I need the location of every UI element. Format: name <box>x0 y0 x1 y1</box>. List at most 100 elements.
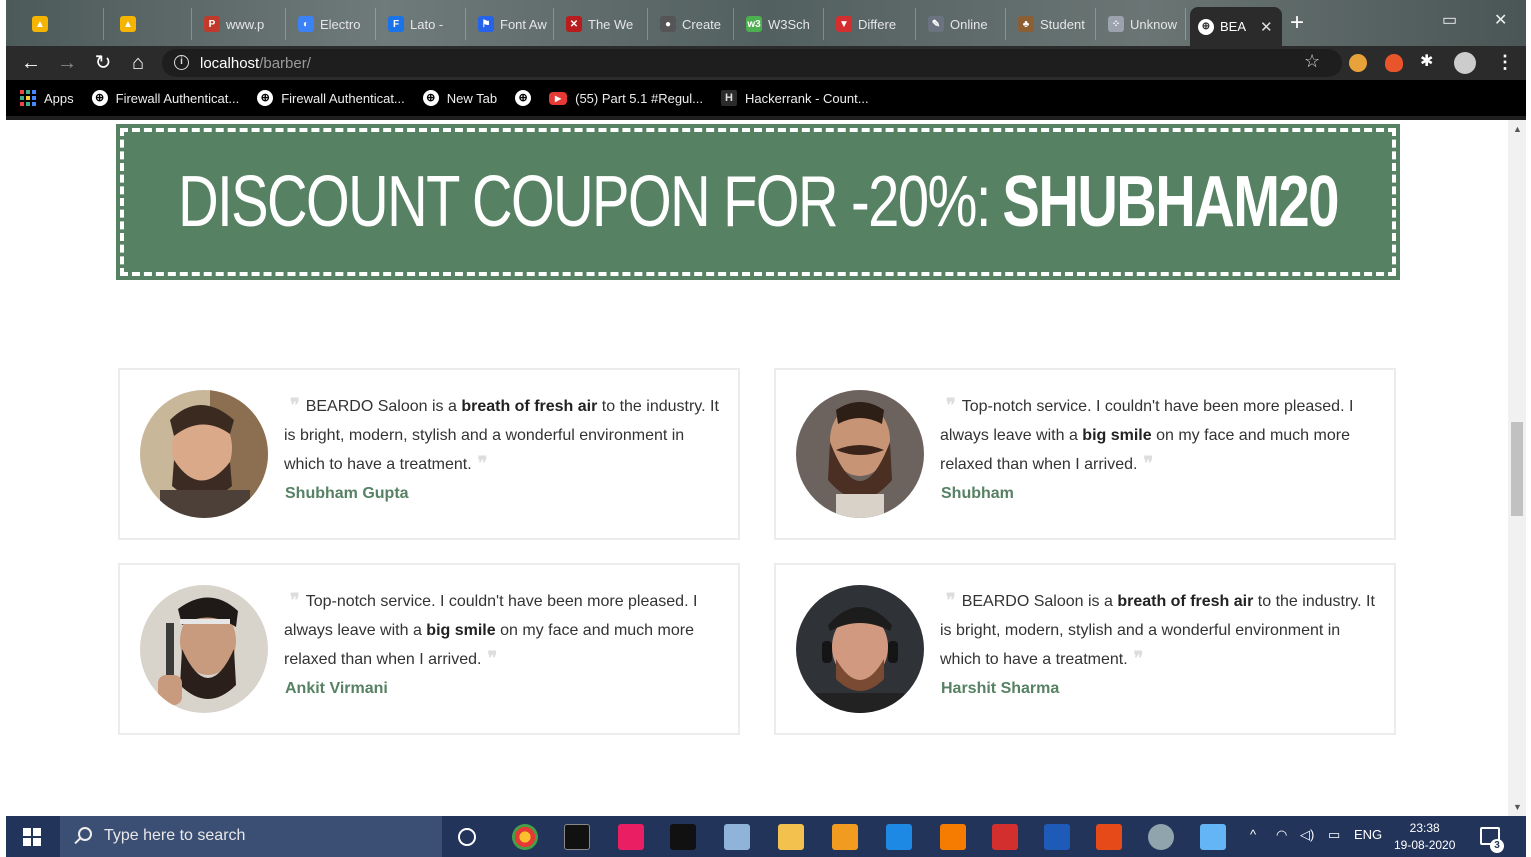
bookmark-globe[interactable]: ⊕ <box>515 90 532 106</box>
bookmark-apps[interactable]: Apps <box>20 90 74 106</box>
bookmark-firewall-1[interactable]: ⊕ Firewall Authenticat... <box>91 90 239 106</box>
browser-tab[interactable]: ▲ <box>112 8 192 40</box>
chrome-icon[interactable] <box>512 824 538 850</box>
testimonial-quote: ❞ BEARDO Saloon is a breath of fresh air … <box>284 392 724 480</box>
terminal-icon[interactable] <box>564 824 590 850</box>
browser-tab[interactable]: ✕ The We <box>558 8 648 40</box>
tab-label: Differe <box>858 16 897 32</box>
youtube-icon: ▶ <box>549 91 568 105</box>
reload-icon[interactable]: ↻ <box>90 50 116 76</box>
bookmark-firewall-2[interactable]: ⊕ Firewall Authenticat... <box>257 90 405 106</box>
quote-open-icon: ❞ <box>290 395 300 416</box>
browser-tab[interactable]: Pwww.p <box>196 8 286 40</box>
fire-extension-icon[interactable] <box>1385 54 1403 72</box>
forward-arrow-icon[interactable]: → <box>54 50 80 76</box>
bookmark-youtube[interactable]: ▶ (55) Part 5.1 #Regul... <box>549 91 703 106</box>
settings-gear-icon[interactable] <box>1148 824 1174 850</box>
tab-favicon-icon: ▲ <box>120 16 136 32</box>
browser-tab[interactable]: ✎ Online <box>920 8 1006 40</box>
tab-favicon-icon: ◐ <box>298 16 314 32</box>
word-icon[interactable] <box>1044 824 1070 850</box>
notification-count: 3 <box>1490 839 1504 853</box>
testimonial-card: ❞ Top-notch service. I couldn't have been… <box>774 368 1396 540</box>
discount-coupon-banner: DISCOUNT COUPON FOR -20%: SHUBHAM20 <box>116 124 1400 280</box>
quote-text: BEARDO Saloon is a <box>305 398 462 415</box>
tab-favicon-icon: ♣ <box>1018 16 1034 32</box>
info-icon[interactable]: i <box>174 55 189 70</box>
tab-label: Font Aw <box>500 16 547 32</box>
browser-tab[interactable]: ⚑ Font Aw <box>470 8 554 40</box>
language-indicator[interactable]: ENG <box>1354 827 1382 842</box>
customer-photo <box>140 390 268 518</box>
acrobat-icon[interactable] <box>992 824 1018 850</box>
browser-tab[interactable]: ♣ Student <box>1010 8 1096 40</box>
file-explorer-icon[interactable] <box>778 824 804 850</box>
vscode-icon[interactable] <box>886 824 912 850</box>
coupon-code: SHUBHAM20 <box>1002 162 1339 242</box>
hyper-terminal-icon[interactable] <box>670 824 696 850</box>
browser-tab[interactable]: ● Create <box>652 8 734 40</box>
url-host: localhost <box>200 55 260 72</box>
back-arrow-icon[interactable]: ← <box>18 50 44 76</box>
close-window-button[interactable]: ✕ <box>1494 10 1507 30</box>
cookie-extension-icon[interactable] <box>1349 54 1367 72</box>
browser-tab[interactable]: ▼ Differe <box>828 8 916 40</box>
tab-close-icon[interactable]: ✕ <box>1260 18 1273 36</box>
bookmarks-bar: Apps ⊕ Firewall Authenticat... ⊕ Firewal… <box>6 80 1526 116</box>
new-tab-button[interactable]: + <box>1290 10 1304 36</box>
taskbar-clock[interactable]: 23:38 19-08-2020 <box>1394 820 1455 854</box>
testimonial-card: ❞ BEARDO Saloon is a breath of fresh air … <box>774 563 1396 735</box>
sublime-text-icon[interactable] <box>832 824 858 850</box>
browser-tab[interactable]: ▲ <box>24 8 104 40</box>
intellij-icon[interactable] <box>618 824 644 850</box>
tab-favicon-icon: ● <box>660 16 676 32</box>
globe-icon: ⊕ <box>257 90 274 106</box>
quote-close-icon: ❞ <box>1143 453 1154 474</box>
testimonial-author: Harshit Sharma <box>941 680 1060 697</box>
photos-icon[interactable] <box>1200 824 1226 850</box>
browser-tab[interactable]: ◐ Electro <box>290 8 376 40</box>
address-url[interactable]: localhost/barber/ <box>200 55 311 72</box>
menu-kebab-icon[interactable]: ⋮ <box>1496 52 1514 73</box>
scroll-thumb[interactable] <box>1511 422 1523 516</box>
tab-label: The We <box>588 16 634 32</box>
home-icon[interactable]: ⌂ <box>125 50 151 76</box>
bookmark-hackerrank[interactable]: H Hackerrank - Count... <box>721 90 869 106</box>
address-bar[interactable]: i localhost/barber/ <box>162 49 1342 77</box>
volume-icon[interactable]: ◁) <box>1300 827 1314 843</box>
tab-favicon-icon: P <box>204 16 220 32</box>
tab-favicon-icon: ▲ <box>32 16 48 32</box>
tab-label: Unknow <box>1130 16 1177 32</box>
start-button[interactable] <box>6 816 58 857</box>
customer-photo <box>796 390 924 518</box>
tray-chevron-icon[interactable]: ^ <box>1250 827 1256 842</box>
scroll-down-icon[interactable]: ▼ <box>1513 802 1522 812</box>
puzzle-extensions-icon[interactable]: ✱ <box>1420 51 1438 70</box>
page-scrollbar[interactable]: ▲ ▼ <box>1508 120 1526 816</box>
minimize-button[interactable]: ▭ <box>1442 10 1457 30</box>
quote-close-icon: ❞ <box>487 648 498 669</box>
testimonial-card: ❞ Top-notch service. I couldn't have been… <box>118 563 740 735</box>
scroll-up-icon[interactable]: ▲ <box>1513 124 1522 134</box>
bookmark-star-icon[interactable]: ☆ <box>1304 51 1320 72</box>
tab-favicon-icon: F <box>388 16 404 32</box>
browser-tab[interactable]: F Lato - <box>380 8 466 40</box>
taskbar-search[interactable]: Type here to search <box>60 816 442 857</box>
profile-avatar[interactable] <box>1454 52 1476 74</box>
windows-logo-icon <box>23 827 41 846</box>
wifi-icon[interactable]: ◠ <box>1276 827 1287 843</box>
xampp-icon[interactable] <box>940 824 966 850</box>
quote-highlight: breath of fresh air <box>461 398 598 415</box>
tab-active[interactable]: ⊕ BEA ✕ <box>1190 7 1282 46</box>
tab-label: Electro <box>320 16 361 32</box>
cortana-icon[interactable] <box>458 828 476 846</box>
testimonial-quote: ❞ Top-notch service. I couldn't have been… <box>940 392 1380 480</box>
notepad-icon[interactable] <box>724 824 750 850</box>
powerpoint-icon[interactable] <box>1096 824 1122 850</box>
browser-tab[interactable]: ⁘ Unknow <box>1100 8 1186 40</box>
hackerrank-icon: H <box>721 90 738 106</box>
browser-tab[interactable]: w3 W3Sch <box>738 8 824 40</box>
bookmark-new-tab[interactable]: ⊕ New Tab <box>422 90 497 106</box>
globe-icon: ⊕ <box>515 90 532 106</box>
battery-icon[interactable]: ▭ <box>1328 827 1340 843</box>
